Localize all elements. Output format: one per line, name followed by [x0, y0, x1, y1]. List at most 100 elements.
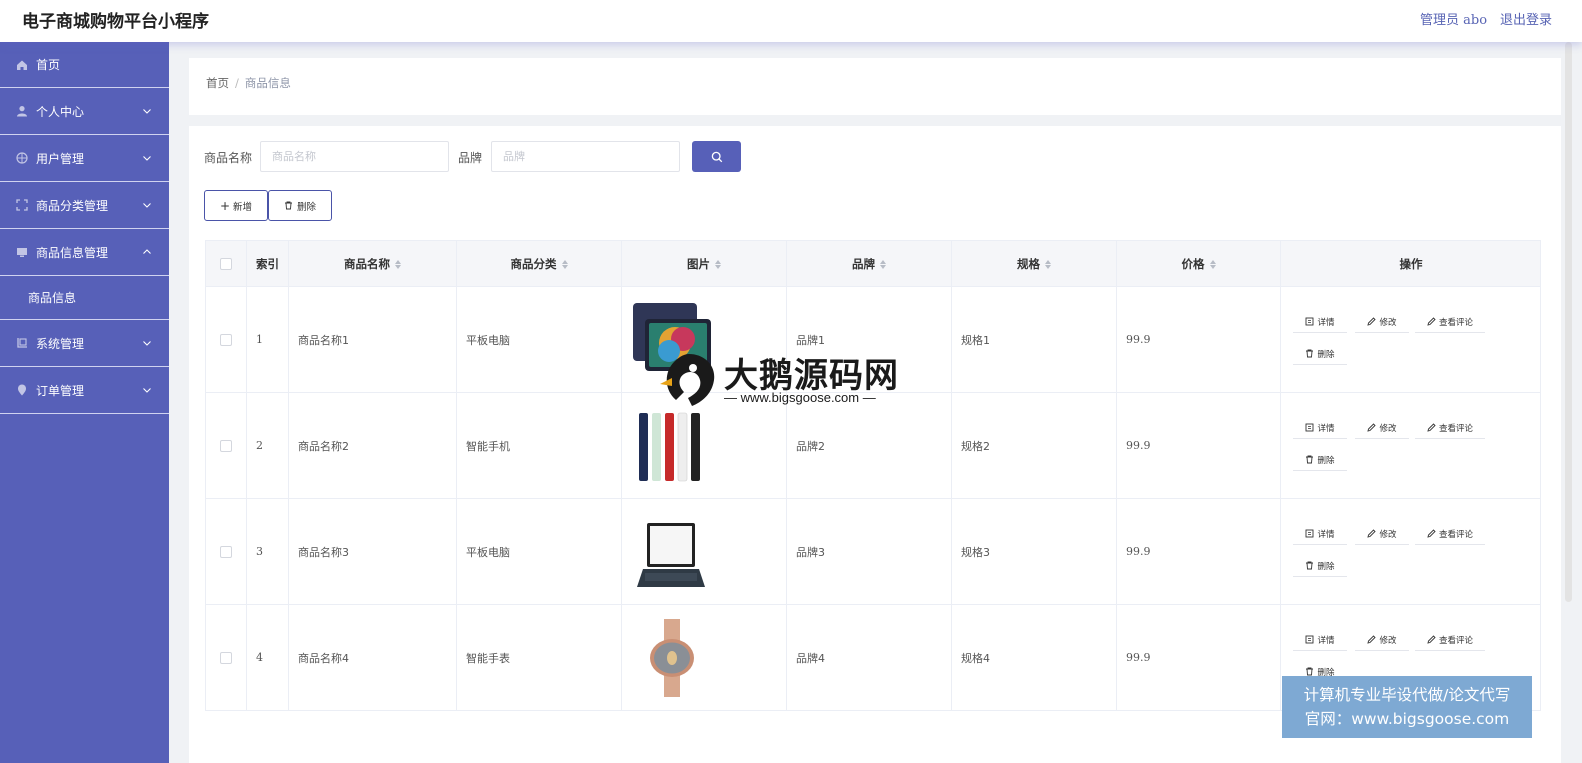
row-price: 99.9 [1117, 499, 1281, 604]
view-comments-button[interactable]: 查看评论 [1415, 311, 1485, 333]
search-name-input[interactable] [260, 141, 449, 172]
product-icon [16, 246, 28, 258]
row-spec: 规格3 [952, 499, 1117, 604]
row-checkbox[interactable] [220, 333, 232, 346]
edit-icon [1367, 423, 1377, 432]
sidebar-item-products[interactable]: 商品信息管理 [0, 229, 169, 276]
order-icon [16, 384, 28, 396]
column-name[interactable]: 商品名称 [289, 241, 457, 287]
breadcrumb: 首页 / 商品信息 [206, 76, 291, 90]
sort-icon[interactable] [1045, 259, 1051, 269]
product-table: 索引 商品名称 商品分类 图片 品牌 规格 价格 操作 1 商品名称1 平板电脑 [205, 240, 1541, 711]
row-name: 商品名称4 [289, 605, 457, 710]
edit-button[interactable]: 修改 [1355, 417, 1409, 439]
watermark: 大鹅源码网 — www.bigsgoose.com — [658, 348, 918, 410]
table-header: 索引 商品名称 商品分类 图片 品牌 规格 价格 操作 [206, 241, 1540, 287]
column-brand[interactable]: 品牌 [787, 241, 952, 287]
chevron-up-icon [143, 249, 151, 254]
sidebar-item-label: 商品信息管理 [36, 245, 109, 260]
edit-button[interactable]: 修改 [1355, 629, 1409, 651]
plus-icon: + [219, 198, 231, 213]
sort-icon[interactable] [880, 259, 886, 269]
breadcrumb-bar: 首页 / 商品信息 [189, 58, 1561, 115]
view-comments-button[interactable]: 查看评论 [1415, 629, 1485, 651]
edit-icon [1427, 529, 1436, 538]
app-title: 电子商城购物平台小程序 [22, 12, 209, 32]
view-comments-button[interactable]: 查看评论 [1415, 523, 1485, 545]
chevron-down-icon [143, 156, 151, 161]
sort-icon[interactable] [395, 259, 401, 269]
row-checkbox[interactable] [220, 439, 232, 452]
sidebar-subitem-product-info[interactable]: 商品信息 [0, 276, 169, 320]
add-button[interactable]: + 新增 [204, 190, 268, 221]
row-delete-button[interactable]: 删除 [1293, 555, 1347, 577]
row-brand: 品牌3 [787, 499, 952, 604]
watch-image [650, 618, 694, 697]
edit-button[interactable]: 修改 [1355, 523, 1409, 545]
row-category: 平板电脑 [457, 499, 622, 604]
chevron-down-icon [143, 388, 151, 393]
user-manage-icon [16, 152, 28, 164]
row-category: 平板电脑 [457, 287, 622, 392]
detail-button[interactable]: 详情 [1293, 417, 1347, 439]
detail-button[interactable]: 详情 [1293, 629, 1347, 651]
row-delete-button[interactable]: 删除 [1293, 343, 1347, 365]
row-price: 99.9 [1117, 393, 1281, 498]
sidebar-item-label: 首页 [36, 58, 61, 72]
row-actions: 详情 修改 查看评论 删除 [1281, 287, 1541, 392]
trash-icon [1306, 667, 1314, 676]
column-category[interactable]: 商品分类 [457, 241, 622, 287]
sort-icon[interactable] [561, 259, 568, 269]
edit-icon [1367, 317, 1377, 326]
ad-line-2: 官网：www.bigsgoose.com [1304, 710, 1510, 728]
view-comments-button[interactable]: 查看评论 [1415, 417, 1485, 439]
column-actions: 操作 [1399, 257, 1423, 271]
sidebar: 首页 个人中心 用户管理 商品分类管理 商品信息管理 商品信息 系统管理 订单管… [0, 42, 169, 763]
row-checkbox[interactable] [220, 545, 232, 558]
laptop-image [637, 522, 705, 587]
detail-button[interactable]: 详情 [1293, 311, 1347, 333]
row-checkbox[interactable] [220, 651, 232, 664]
sidebar-item-label: 订单管理 [36, 383, 85, 398]
watermark-url: — www.bigsgoose.com — [724, 390, 876, 405]
sidebar-item-system[interactable]: 系统管理 [0, 320, 169, 367]
row-delete-button[interactable]: 删除 [1293, 449, 1347, 471]
logout-link[interactable]: 退出登录 [1500, 9, 1552, 28]
search-button[interactable] [692, 141, 741, 172]
row-price: 99.9 [1117, 287, 1281, 392]
row-price: 99.9 [1117, 605, 1281, 710]
row-spec: 规格4 [952, 605, 1117, 710]
edit-icon [1367, 635, 1377, 644]
row-index: 4 [247, 605, 289, 710]
column-price[interactable]: 价格 [1117, 241, 1281, 287]
main-panel: 商品名称 品牌 +新增 删除 索引 商品名称 商品分类 图片 品牌 规格 价格 … [189, 126, 1561, 763]
row-spec: 规格1 [952, 287, 1117, 392]
select-all-checkbox[interactable] [220, 258, 232, 270]
sidebar-item-category[interactable]: 商品分类管理 [0, 182, 169, 229]
breadcrumb-current: 商品信息 [244, 76, 291, 90]
sidebar-item-label: 个人中心 [36, 104, 85, 119]
breadcrumb-home[interactable]: 首页 [206, 76, 229, 90]
chevron-down-icon [143, 203, 151, 208]
page-scrollbar[interactable] [1565, 42, 1572, 602]
system-icon [16, 337, 28, 349]
document-icon [1306, 317, 1314, 326]
edit-button[interactable]: 修改 [1355, 311, 1409, 333]
ad-banner[interactable]: 计算机专业毕设代做/论文代写 官网：www.bigsgoose.com [1282, 676, 1532, 738]
search-brand-input[interactable] [491, 141, 680, 172]
ad-line-1: 计算机专业毕设代做/论文代写 [1303, 686, 1511, 704]
detail-button[interactable]: 详情 [1293, 523, 1347, 545]
sidebar-item-orders[interactable]: 订单管理 [0, 367, 169, 414]
sort-icon[interactable] [715, 259, 721, 269]
sidebar-item-home[interactable]: 首页 [0, 42, 169, 88]
sidebar-item-profile[interactable]: 个人中心 [0, 88, 169, 135]
row-category: 智能手表 [457, 605, 622, 710]
delete-button[interactable]: 删除 [268, 190, 332, 221]
table-row: 3 商品名称3 平板电脑 品牌3 规格3 99.9 详情 修改 查看评论 删除 [206, 499, 1540, 605]
document-icon [1306, 423, 1314, 432]
edit-icon [1427, 317, 1436, 326]
sort-icon[interactable] [1209, 259, 1216, 269]
column-image[interactable]: 图片 [622, 241, 787, 287]
sidebar-item-users[interactable]: 用户管理 [0, 135, 169, 182]
column-spec[interactable]: 规格 [952, 241, 1117, 287]
